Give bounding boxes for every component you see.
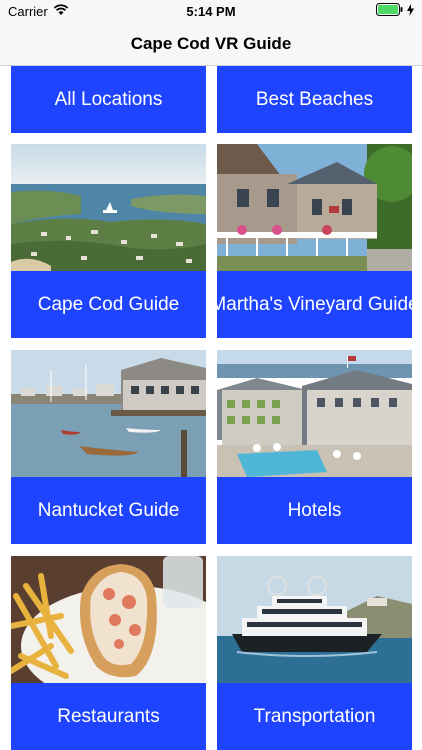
tile-label-all-locations: All Locations (11, 66, 206, 133)
battery-icon (376, 3, 403, 19)
guide-grid: All Locations Best Beaches Cape Cod Guid… (0, 66, 422, 750)
harbor-docks-photo (11, 350, 206, 477)
tile-best-beaches[interactable]: Best Beaches (217, 66, 412, 133)
tile-nantucket-guide[interactable]: Nantucket Guide (11, 350, 206, 544)
ferry-boat-photo (217, 556, 412, 683)
tile-label-nantucket-guide: Nantucket Guide (11, 477, 206, 544)
navigation-bar: Cape Cod VR Guide (0, 22, 422, 66)
tile-all-locations[interactable]: All Locations (11, 66, 206, 133)
tile-label-hotels: Hotels (217, 477, 412, 544)
nav-title: Cape Cod VR Guide (130, 33, 292, 53)
lobster-roll-photo (11, 556, 206, 683)
tile-marthas-vineyard-guide[interactable]: Martha's Vineyard Guide (217, 144, 412, 338)
tile-transportation[interactable]: Transportation (217, 556, 412, 750)
victorian-cottage-photo (217, 144, 412, 271)
status-bar: Carrier 5:14 PM (0, 0, 422, 22)
charging-icon (407, 3, 414, 19)
harbor-aerial-photo (11, 144, 206, 271)
wifi-icon (53, 3, 69, 19)
tile-label-best-beaches: Best Beaches (217, 66, 412, 133)
tile-label-cape-cod-guide: Cape Cod Guide (11, 271, 206, 338)
tile-label-marthas-vineyard-guide: Martha's Vineyard Guide (217, 271, 412, 338)
hotel-pool-photo (217, 350, 412, 477)
tile-hotels[interactable]: Hotels (217, 350, 412, 544)
tile-restaurants[interactable]: Restaurants (11, 556, 206, 750)
carrier-label: Carrier (8, 3, 48, 19)
tile-cape-cod-guide[interactable]: Cape Cod Guide (11, 144, 206, 338)
tile-label-transportation: Transportation (217, 683, 412, 750)
tile-label-restaurants: Restaurants (11, 683, 206, 750)
